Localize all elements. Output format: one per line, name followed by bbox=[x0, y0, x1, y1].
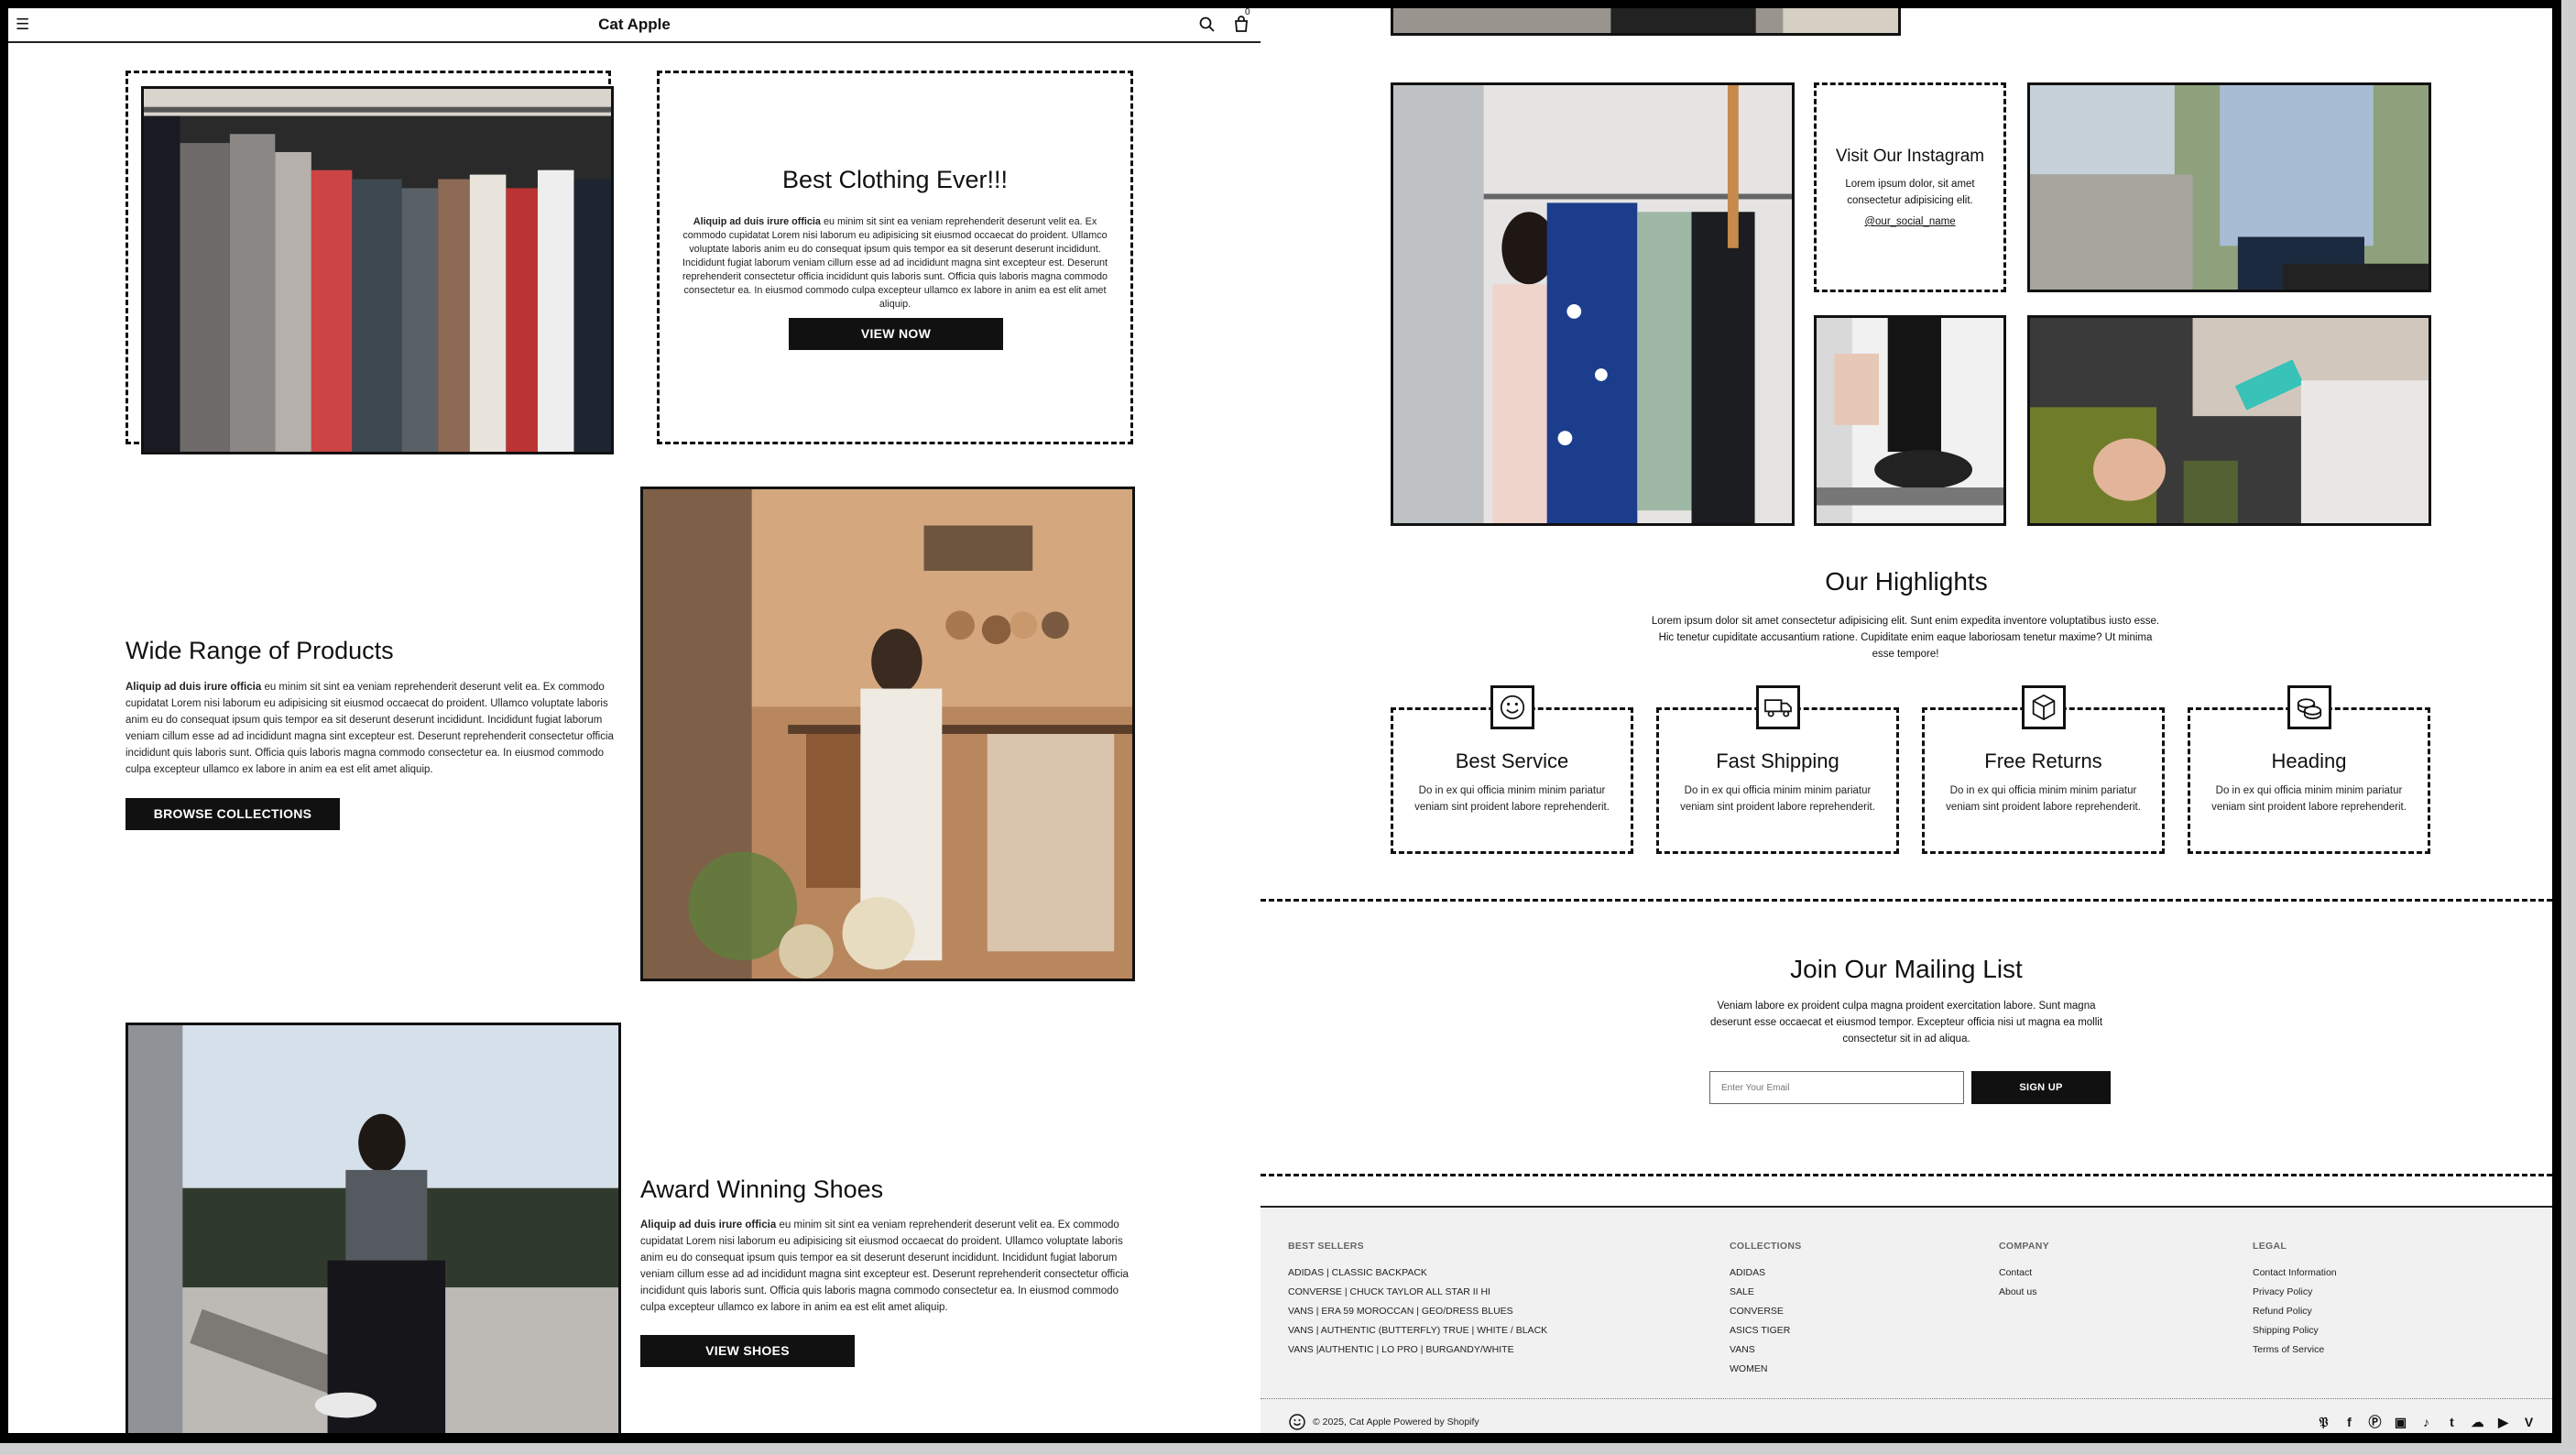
shoes-title: Award Winning Shoes bbox=[640, 1176, 884, 1203]
footer-link[interactable]: VANS | ERA 59 MOROCCAN | GEO/DRESS BLUES bbox=[1288, 1302, 1547, 1321]
search-icon[interactable] bbox=[1197, 15, 1217, 35]
tiktok-icon[interactable]: ♪ bbox=[2417, 1413, 2436, 1431]
mailing-text: Veniam labore ex proident culpa magna pr… bbox=[1709, 1001, 2103, 1045]
email-input[interactable] bbox=[1709, 1071, 1964, 1104]
footer-link[interactable]: Privacy Policy bbox=[2253, 1283, 2337, 1302]
highlights-title: Our Highlights bbox=[1825, 567, 1988, 596]
highlight-card-text: Do in ex qui officia minim minim pariatu… bbox=[1414, 785, 1610, 813]
view-now-button[interactable]: VIEW NOW bbox=[789, 318, 1003, 350]
highlight-card-heading: Heading Do in ex qui officia minim minim… bbox=[2188, 707, 2430, 854]
mailing-title: Join Our Mailing List bbox=[1790, 955, 2023, 983]
instagram-icon[interactable]: ▣ bbox=[2391, 1413, 2410, 1431]
hero-title: Best Clothing Ever!!! bbox=[781, 166, 1009, 193]
footer-col-legal: LEGAL Contact Information Privacy Policy… bbox=[2253, 1241, 2337, 1360]
highlights-text: Lorem ipsum dolor sit amet consectetur a… bbox=[1651, 616, 2160, 660]
footer-col-company: COMPANY Contact About us bbox=[1999, 1241, 2049, 1302]
view-shoes-button[interactable]: VIEW SHOES bbox=[640, 1335, 855, 1367]
facebook-icon[interactable]: f bbox=[2340, 1413, 2359, 1431]
highlight-card-service: Best Service Do in ex qui officia minim … bbox=[1391, 707, 1633, 854]
footer-link[interactable]: SALE bbox=[1730, 1283, 1802, 1302]
man-street-image bbox=[2027, 82, 2431, 292]
footer-link[interactable]: CONVERSE | CHUCK TAYLOR ALL STAR II HI bbox=[1288, 1283, 1547, 1302]
coins-icon bbox=[2287, 685, 2331, 729]
footer-link[interactable]: ASICS TIGER bbox=[1730, 1321, 1802, 1340]
highlight-card-title: Free Returns bbox=[1984, 749, 2102, 772]
shoes-body: Aliquip ad duis irure officia eu minim s… bbox=[640, 1220, 1129, 1313]
footer-link[interactable]: About us bbox=[1999, 1283, 2049, 1302]
footer-link[interactable]: ADIDAS | CLASSIC BACKPACK bbox=[1288, 1264, 1547, 1283]
footer-link[interactable]: ADIDAS bbox=[1730, 1264, 1802, 1283]
footer-link[interactable]: WOMEN bbox=[1730, 1360, 1802, 1379]
hero-body: Aliquip ad duis irure officia eu minim s… bbox=[682, 216, 1108, 310]
clothing-rack-image bbox=[141, 86, 614, 454]
footer-divider bbox=[1261, 1398, 2552, 1399]
browse-collections-button[interactable]: BROWSE COLLECTIONS bbox=[126, 798, 340, 830]
highlight-card-shipping: Fast Shipping Do in ex qui officia minim… bbox=[1656, 707, 1899, 854]
highlight-card-title: Heading bbox=[2271, 749, 2347, 772]
footer-link[interactable]: Shipping Policy bbox=[2253, 1321, 2337, 1340]
footer-col-collections: COLLECTIONS ADIDAS SALE CONVERSE ASICS T… bbox=[1730, 1241, 1802, 1379]
footer-heading: BEST SELLERS bbox=[1288, 1241, 1364, 1252]
pinterest-icon[interactable]: Ⓟ bbox=[2365, 1413, 2385, 1431]
sign-up-button[interactable]: SIGN UP bbox=[1971, 1071, 2111, 1104]
shopper-dresses-image bbox=[1391, 82, 1795, 526]
instagram-text: Lorem ipsum dolor, sit amet consectetur … bbox=[1845, 179, 1975, 206]
highlight-card-text: Do in ex qui officia minim minim pariatu… bbox=[2211, 785, 2407, 813]
lacing-sneaker-image bbox=[1814, 315, 2006, 526]
instagram-handle-link[interactable]: @our_social_name bbox=[1817, 216, 2003, 227]
page-right: Visit Our Instagram Lorem ipsum dolor, s… bbox=[1261, 8, 2552, 1433]
instagram-title: Visit Our Instagram bbox=[1835, 147, 1985, 166]
footer-heading: COLLECTIONS bbox=[1730, 1241, 1802, 1252]
site-title[interactable]: Cat Apple bbox=[8, 16, 1261, 34]
footer-link[interactable]: VANS | AUTHENTIC (BUTTERFLY) TRUE | WHIT… bbox=[1288, 1321, 1547, 1340]
site-header: ☰ Cat Apple 0 bbox=[8, 8, 1261, 43]
footer-link[interactable]: Contact Information bbox=[2253, 1264, 2337, 1283]
athlete-shoes-image bbox=[126, 1023, 621, 1433]
smile-logo-icon bbox=[1289, 1414, 1305, 1430]
section-divider bbox=[1261, 899, 2552, 902]
copyright-text: © 2025, Cat Apple Powered by Shopify bbox=[1313, 1417, 1479, 1428]
footer-link[interactable]: CONVERSE bbox=[1730, 1302, 1802, 1321]
highlight-card-text: Do in ex qui officia minim minim pariatu… bbox=[1680, 785, 1875, 813]
products-title: Wide Range of Products bbox=[126, 637, 394, 664]
instagram-card: Visit Our Instagram Lorem ipsum dolor, s… bbox=[1814, 82, 2006, 292]
card-payment-image bbox=[2027, 315, 2431, 526]
footer-link[interactable]: Terms of Service bbox=[2253, 1340, 2337, 1360]
footer-link[interactable]: VANS |AUTHENTIC | LO PRO | BURGANDY/WHIT… bbox=[1288, 1340, 1547, 1360]
snapchat-icon[interactable]: ☁ bbox=[2468, 1413, 2487, 1431]
store-interior-image bbox=[640, 487, 1135, 981]
footer-col-best-sellers: BEST SELLERS ADIDAS | CLASSIC BACKPACK C… bbox=[1288, 1241, 1547, 1360]
truck-icon bbox=[1756, 685, 1800, 729]
footer-heading: LEGAL bbox=[2253, 1241, 2287, 1252]
smile-icon bbox=[1490, 685, 1534, 729]
products-body: Aliquip ad duis irure officia eu minim s… bbox=[126, 682, 614, 775]
twitter-icon[interactable]: 𝔓 bbox=[2314, 1413, 2333, 1431]
footer-link[interactable]: VANS bbox=[1730, 1340, 1802, 1360]
footer-heading: COMPANY bbox=[1999, 1241, 2049, 1252]
highlight-card-returns: Free Returns Do in ex qui officia minim … bbox=[1922, 707, 2165, 854]
highlight-card-title: Best Service bbox=[1455, 749, 1569, 772]
footer-link[interactable]: Contact bbox=[1999, 1264, 2049, 1283]
youtube-icon[interactable]: ▶ bbox=[2494, 1413, 2513, 1431]
top-cropped-image bbox=[1391, 8, 1901, 36]
tumblr-icon[interactable]: t bbox=[2442, 1413, 2461, 1431]
page-left: ☰ Cat Apple 0 Best Clothing Ever!!! Aliq… bbox=[8, 8, 1261, 1433]
section-divider bbox=[1261, 1174, 2552, 1176]
highlight-card-text: Do in ex qui officia minim minim pariatu… bbox=[1946, 785, 2141, 813]
highlight-card-title: Fast Shipping bbox=[1716, 749, 1839, 772]
footer-link[interactable]: Refund Policy bbox=[2253, 1302, 2337, 1321]
cart-count: 0 bbox=[1245, 8, 1250, 17]
social-links: 𝔓 f Ⓟ ▣ ♪ t ☁ ▶ V bbox=[2314, 1413, 2538, 1431]
box-icon bbox=[2022, 685, 2066, 729]
vimeo-icon[interactable]: V bbox=[2519, 1413, 2538, 1431]
